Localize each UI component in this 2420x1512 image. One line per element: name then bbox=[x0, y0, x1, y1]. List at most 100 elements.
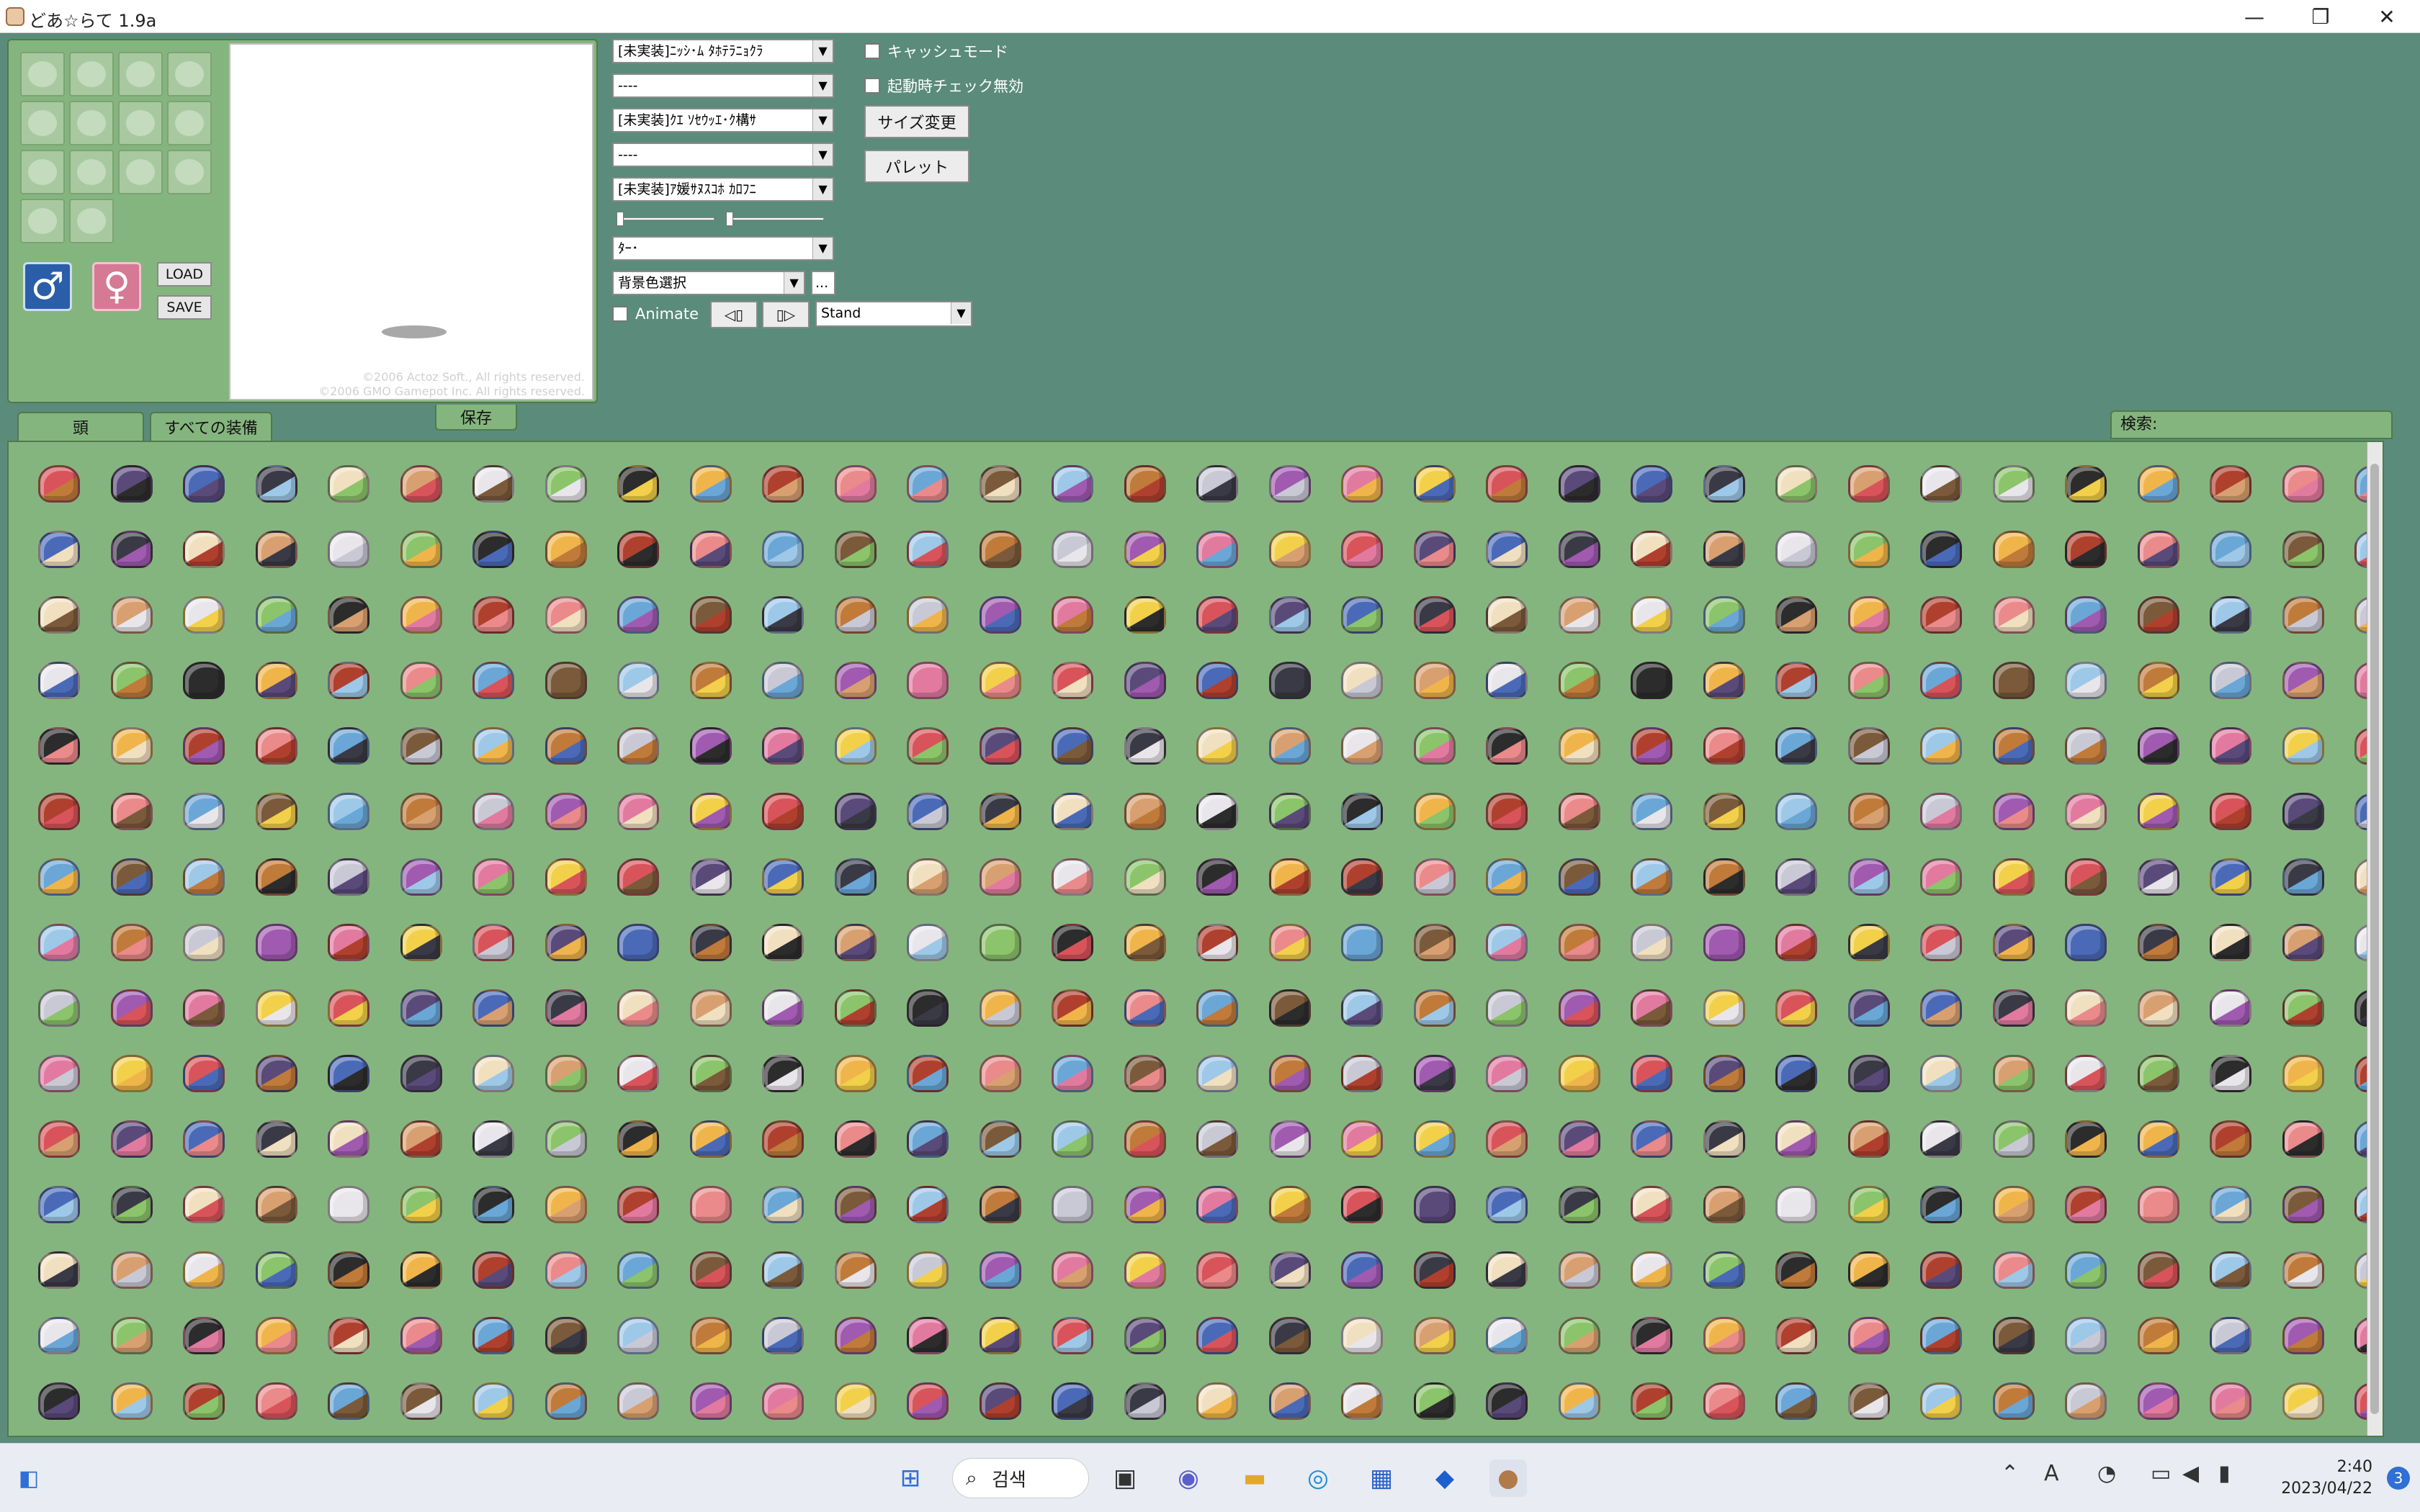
item-cell[interactable] bbox=[602, 582, 675, 647]
item-cell[interactable] bbox=[820, 451, 892, 516]
item-cell[interactable] bbox=[313, 909, 385, 975]
item-cell[interactable] bbox=[2050, 1302, 2123, 1368]
item-cell[interactable] bbox=[1471, 1368, 1543, 1434]
item-cell[interactable] bbox=[1181, 909, 1254, 975]
item-cell[interactable] bbox=[820, 582, 892, 647]
item-cell[interactable] bbox=[1326, 713, 1399, 778]
item-cell[interactable] bbox=[1254, 713, 1327, 778]
item-cell[interactable] bbox=[964, 1171, 1037, 1237]
minimize-button[interactable]: — bbox=[2221, 0, 2287, 33]
item-cell[interactable] bbox=[1543, 1237, 1616, 1302]
item-cell[interactable] bbox=[2267, 582, 2340, 647]
item-cell[interactable] bbox=[820, 778, 892, 844]
item-cell[interactable] bbox=[457, 451, 530, 516]
tab-head[interactable]: 頭 bbox=[17, 412, 144, 441]
item-cell[interactable] bbox=[2195, 975, 2267, 1040]
item-cell[interactable] bbox=[892, 1237, 964, 1302]
item-cell[interactable] bbox=[1471, 647, 1543, 713]
item-cell[interactable] bbox=[313, 516, 385, 582]
item-cell[interactable] bbox=[1181, 516, 1254, 582]
notification-badge[interactable]: 3 bbox=[2387, 1467, 2410, 1490]
item-cell[interactable] bbox=[385, 1368, 458, 1434]
item-cell[interactable] bbox=[2267, 778, 2340, 844]
item-cell[interactable] bbox=[2195, 778, 2267, 844]
item-cell[interactable] bbox=[1688, 1302, 1761, 1368]
item-cell[interactable] bbox=[313, 1040, 385, 1106]
prev-frame-button[interactable]: ◁▯ bbox=[710, 301, 758, 328]
animate-checkbox[interactable]: Animate bbox=[612, 305, 699, 323]
item-cell[interactable] bbox=[1688, 647, 1761, 713]
item-cell[interactable] bbox=[1978, 713, 2051, 778]
item-cell[interactable] bbox=[457, 975, 530, 1040]
item-cell[interactable] bbox=[1905, 1171, 1978, 1237]
item-cell[interactable] bbox=[2123, 713, 2195, 778]
item-cell[interactable] bbox=[964, 1040, 1037, 1106]
app-shortcut-icon[interactable]: ◆ bbox=[1426, 1459, 1464, 1497]
item-cell[interactable] bbox=[1833, 451, 1906, 516]
item-cell[interactable] bbox=[1254, 451, 1327, 516]
item-cell[interactable] bbox=[1615, 516, 1688, 582]
battery-icon[interactable]: ▮ bbox=[2218, 1461, 2231, 1486]
item-cell[interactable] bbox=[1978, 451, 2051, 516]
search-field[interactable]: 検索: bbox=[2110, 410, 2393, 439]
item-cell[interactable] bbox=[892, 909, 964, 975]
item-cell[interactable] bbox=[1109, 844, 1182, 909]
equipment-slot[interactable] bbox=[118, 150, 163, 194]
equip-combo-3[interactable]: [未実装]ｸｴ ｿｾｳｯｴ･ｸ構ｻ ▼ bbox=[612, 108, 834, 132]
item-cell[interactable] bbox=[2195, 582, 2267, 647]
item-cell[interactable] bbox=[1471, 1040, 1543, 1106]
item-cell[interactable] bbox=[747, 1106, 820, 1171]
item-cell[interactable] bbox=[1471, 844, 1543, 909]
item-cell[interactable] bbox=[1181, 1106, 1254, 1171]
item-cell[interactable] bbox=[23, 1302, 96, 1368]
item-cell[interactable] bbox=[2050, 1106, 2123, 1171]
item-cell[interactable] bbox=[1543, 844, 1616, 909]
item-cell[interactable] bbox=[1978, 1171, 2051, 1237]
item-cell[interactable] bbox=[1760, 1106, 1833, 1171]
save-button[interactable]: SAVE bbox=[157, 295, 212, 320]
item-cell[interactable] bbox=[1833, 713, 1906, 778]
item-cell[interactable] bbox=[457, 516, 530, 582]
item-cell[interactable] bbox=[2195, 647, 2267, 713]
equipment-slot[interactable] bbox=[167, 150, 212, 194]
item-cell[interactable] bbox=[1833, 909, 1906, 975]
item-cell[interactable] bbox=[1615, 1171, 1688, 1237]
item-cell[interactable] bbox=[1181, 1368, 1254, 1434]
equipment-slot[interactable] bbox=[167, 52, 212, 96]
item-cell[interactable] bbox=[96, 451, 169, 516]
item-cell[interactable] bbox=[2123, 1040, 2195, 1106]
item-cell[interactable] bbox=[313, 1171, 385, 1237]
item-cell[interactable] bbox=[892, 778, 964, 844]
item-cell[interactable] bbox=[1688, 778, 1761, 844]
item-cell[interactable] bbox=[1399, 516, 1471, 582]
item-cell[interactable] bbox=[168, 1106, 241, 1171]
item-cell[interactable] bbox=[457, 778, 530, 844]
item-cell[interactable] bbox=[530, 778, 603, 844]
item-cell[interactable] bbox=[1978, 647, 2051, 713]
equipment-slot[interactable] bbox=[69, 52, 114, 96]
background-color-more-button[interactable]: ... bbox=[811, 271, 835, 295]
item-cell[interactable] bbox=[1399, 1302, 1471, 1368]
scrollbar-thumb[interactable] bbox=[2370, 464, 2379, 1414]
item-cell[interactable] bbox=[602, 647, 675, 713]
item-cell[interactable] bbox=[1978, 1302, 2051, 1368]
item-cell[interactable] bbox=[1471, 713, 1543, 778]
item-cell[interactable] bbox=[168, 1171, 241, 1237]
item-cell[interactable] bbox=[241, 647, 313, 713]
item-cell[interactable] bbox=[892, 975, 964, 1040]
item-cell[interactable] bbox=[1036, 1106, 1109, 1171]
chat-icon[interactable]: ◉ bbox=[1170, 1459, 1207, 1497]
item-cell[interactable] bbox=[602, 1106, 675, 1171]
item-cell[interactable] bbox=[1036, 1040, 1109, 1106]
item-cell[interactable] bbox=[602, 778, 675, 844]
item-cell[interactable] bbox=[1688, 1171, 1761, 1237]
item-cell[interactable] bbox=[820, 844, 892, 909]
item-cell[interactable] bbox=[23, 582, 96, 647]
item-cell[interactable] bbox=[1688, 1368, 1761, 1434]
item-cell[interactable] bbox=[241, 1171, 313, 1237]
item-cell[interactable] bbox=[1688, 1040, 1761, 1106]
item-cell[interactable] bbox=[1615, 451, 1688, 516]
item-cell[interactable] bbox=[1905, 451, 1978, 516]
item-cell[interactable] bbox=[96, 975, 169, 1040]
item-cell[interactable] bbox=[1760, 713, 1833, 778]
